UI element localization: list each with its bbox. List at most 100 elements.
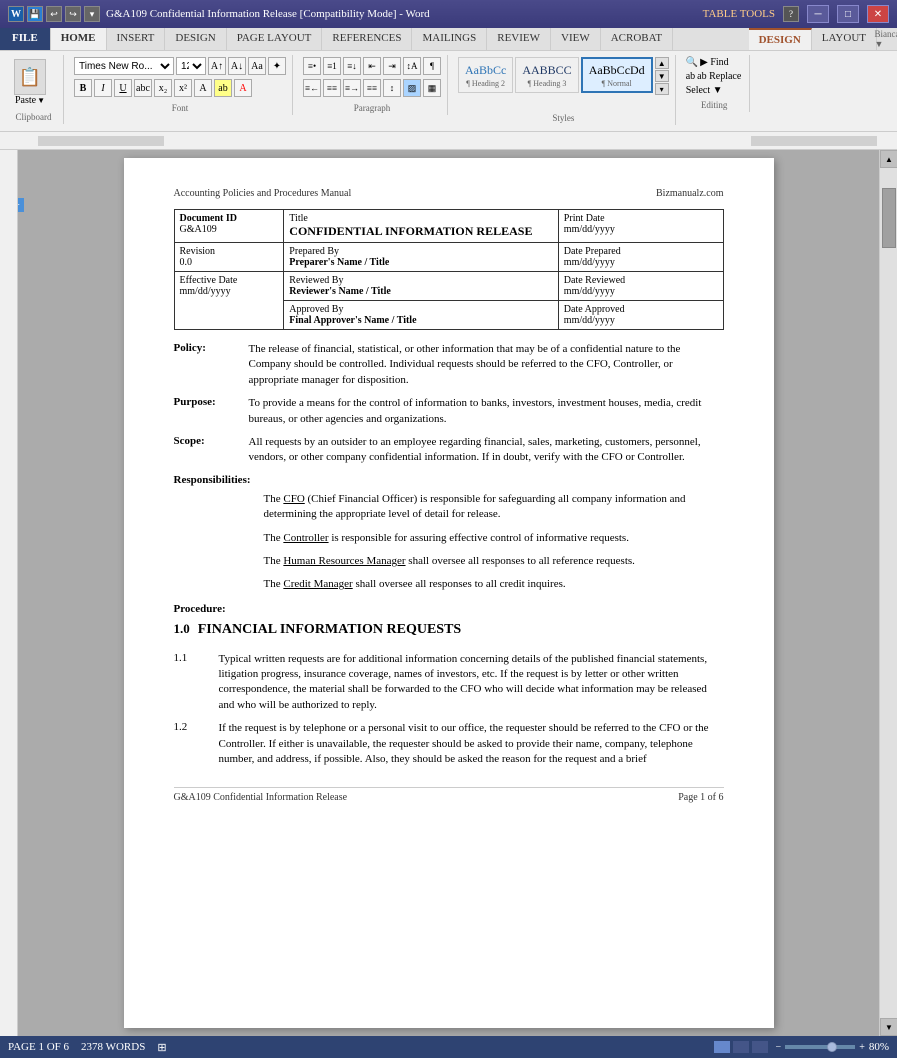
doc-wrapper: + Accounting Policies and Procedures Man… bbox=[26, 158, 871, 1028]
clear-format-button[interactable]: ✦ bbox=[268, 57, 286, 75]
zoom-out-button[interactable]: − bbox=[776, 1042, 782, 1053]
policy-section: Policy: The release of financial, statis… bbox=[174, 342, 724, 388]
tab-insert[interactable]: INSERT bbox=[107, 28, 166, 50]
tab-references[interactable]: REFERENCES bbox=[322, 28, 412, 50]
undo-icon[interactable]: ↩ bbox=[46, 6, 62, 22]
borders-button[interactable]: ▦ bbox=[423, 79, 441, 97]
prepared-by-value: Preparer's Name / Title bbox=[289, 257, 553, 268]
redo-icon[interactable]: ↪ bbox=[65, 6, 81, 22]
decrease-font-button[interactable]: A↓ bbox=[228, 57, 246, 75]
scrollbar-thumb[interactable] bbox=[882, 188, 896, 248]
bold-button[interactable]: B bbox=[74, 79, 92, 97]
text-effects-button[interactable]: A bbox=[194, 79, 212, 97]
ribbon: 📋 Paste ▼ Clipboard Times New Ro... 12 bbox=[0, 51, 897, 132]
doc-scroll: + Accounting Policies and Procedures Man… bbox=[18, 150, 879, 1036]
font-size-select[interactable]: 12 bbox=[176, 57, 206, 75]
styles-more-button[interactable]: ▾ bbox=[655, 83, 669, 95]
strikethrough-button[interactable]: abc bbox=[134, 79, 152, 97]
tab-review[interactable]: REVIEW bbox=[487, 28, 551, 50]
date-prepared-cell: Date Prepared mm/dd/yyyy bbox=[558, 243, 723, 272]
style-heading2-button[interactable]: AaBbCc ¶ Heading 2 bbox=[458, 57, 513, 93]
policy-text: The release of financial, statistical, o… bbox=[249, 342, 724, 388]
subscript-button[interactable]: x₂ bbox=[154, 79, 172, 97]
multilevel-button[interactable]: ≡↓ bbox=[343, 57, 361, 75]
ribbon-tabs: FILE HOME INSERT DESIGN PAGE LAYOUT REFE… bbox=[0, 28, 897, 51]
tab-page-layout[interactable]: PAGE LAYOUT bbox=[227, 28, 323, 50]
close-button[interactable]: ✕ bbox=[867, 5, 889, 23]
scroll-down-button[interactable]: ▼ bbox=[880, 1018, 897, 1036]
revision-label: Revision bbox=[180, 246, 279, 257]
styles-scroll: ▲ ▼ ▾ bbox=[655, 57, 669, 95]
tab-view[interactable]: VIEW bbox=[551, 28, 601, 50]
decrease-indent-button[interactable]: ⇤ bbox=[363, 57, 381, 75]
highlight-button[interactable]: ab bbox=[214, 79, 232, 97]
more-icon[interactable]: ▾ bbox=[84, 6, 100, 22]
ruler-marks bbox=[38, 136, 877, 146]
tab-design[interactable]: DESIGN bbox=[165, 28, 226, 50]
align-center-button[interactable]: ≡≡ bbox=[323, 79, 341, 97]
heading3-label: ¶ Heading 3 bbox=[528, 79, 567, 88]
read-mode-button[interactable] bbox=[733, 1041, 749, 1053]
restore-button[interactable]: □ bbox=[837, 5, 859, 23]
line-spacing-button[interactable]: ↕ bbox=[383, 79, 401, 97]
paste-button[interactable]: 📋 Paste ▼ bbox=[10, 57, 50, 108]
zoom-in-button[interactable]: + bbox=[859, 1042, 865, 1053]
font-family-select[interactable]: Times New Ro... bbox=[74, 57, 174, 75]
show-marks-button[interactable]: ¶ bbox=[423, 57, 441, 75]
tab-mailings[interactable]: MAILINGS bbox=[412, 28, 487, 50]
find-button[interactable]: 🔍 ▶ Find bbox=[686, 57, 729, 68]
item-1-text: Typical written requests are for additio… bbox=[219, 652, 724, 714]
editing-label: Editing bbox=[680, 100, 749, 110]
scope-section: Scope: All requests by an outsider to an… bbox=[174, 435, 724, 466]
tab-home[interactable]: HOME bbox=[51, 28, 107, 50]
styles-up-button[interactable]: ▲ bbox=[655, 57, 669, 69]
select-button[interactable]: Select ▼ bbox=[686, 85, 723, 96]
policy-label: Policy: bbox=[174, 342, 249, 388]
zoom-slider[interactable] bbox=[785, 1045, 855, 1049]
align-right-button[interactable]: ≡→ bbox=[343, 79, 361, 97]
italic-button[interactable]: I bbox=[94, 79, 112, 97]
tab-layout[interactable]: LAYOUT bbox=[812, 28, 877, 50]
bullets-button[interactable]: ≡• bbox=[303, 57, 321, 75]
hr-manager-link: Human Resources Manager bbox=[283, 555, 405, 567]
sort-button[interactable]: ↕A bbox=[403, 57, 421, 75]
date-reviewed-value: mm/dd/yyyy bbox=[564, 286, 718, 297]
user-name[interactable]: Bianca ▼ bbox=[877, 28, 897, 50]
para-row-2: ≡← ≡≡ ≡→ ≡≡ ↕ ▨ ▦ bbox=[303, 79, 441, 97]
tab-table-design[interactable]: DESIGN bbox=[749, 28, 812, 50]
shading-button[interactable]: ▨ bbox=[403, 79, 421, 97]
title-cell: Title CONFIDENTIAL INFORMATION RELEASE bbox=[284, 210, 559, 243]
tab-file[interactable]: FILE bbox=[0, 28, 51, 50]
print-date-label: Print Date bbox=[564, 213, 718, 224]
print-layout-button[interactable] bbox=[714, 1041, 730, 1053]
style-heading3-button[interactable]: AABBCC ¶ Heading 3 bbox=[515, 57, 578, 93]
increase-font-button[interactable]: A↑ bbox=[208, 57, 226, 75]
minimize-button[interactable]: ─ bbox=[807, 5, 829, 23]
save-icon[interactable]: 💾 bbox=[27, 6, 43, 22]
layout-icon[interactable]: ⊞ bbox=[157, 1041, 166, 1054]
style-normal-button[interactable]: AaBbCcDd ¶ Normal bbox=[581, 57, 653, 93]
font-color-button[interactable]: A bbox=[234, 79, 252, 97]
status-right: − + 80% bbox=[714, 1041, 889, 1053]
align-left-button[interactable]: ≡← bbox=[303, 79, 321, 97]
date-approved-cell: Date Approved mm/dd/yyyy bbox=[558, 301, 723, 330]
underline-button[interactable]: U bbox=[114, 79, 132, 97]
superscript-button[interactable]: x² bbox=[174, 79, 192, 97]
help-icon[interactable]: ? bbox=[783, 6, 799, 22]
justify-button[interactable]: ≡≡ bbox=[363, 79, 381, 97]
web-layout-button[interactable] bbox=[752, 1041, 768, 1053]
zoom-thumb[interactable] bbox=[827, 1042, 837, 1052]
prepared-by-label: Prepared By bbox=[289, 246, 553, 257]
change-case-button[interactable]: Aa bbox=[248, 57, 266, 75]
add-content-button[interactable]: + bbox=[18, 198, 24, 212]
increase-indent-button[interactable]: ⇥ bbox=[383, 57, 401, 75]
date-reviewed-label: Date Reviewed bbox=[564, 275, 718, 286]
scroll-up-button[interactable]: ▲ bbox=[880, 150, 897, 168]
tab-acrobat[interactable]: ACROBAT bbox=[601, 28, 673, 50]
procedure-label: Procedure: bbox=[174, 603, 724, 615]
replace-button[interactable]: ab ab Replace bbox=[686, 71, 742, 82]
doc-id-label: Document ID bbox=[180, 213, 279, 224]
styles-down-button[interactable]: ▼ bbox=[655, 70, 669, 82]
item-1-number: 1.1 bbox=[174, 652, 219, 714]
numbering-button[interactable]: ≡1 bbox=[323, 57, 341, 75]
